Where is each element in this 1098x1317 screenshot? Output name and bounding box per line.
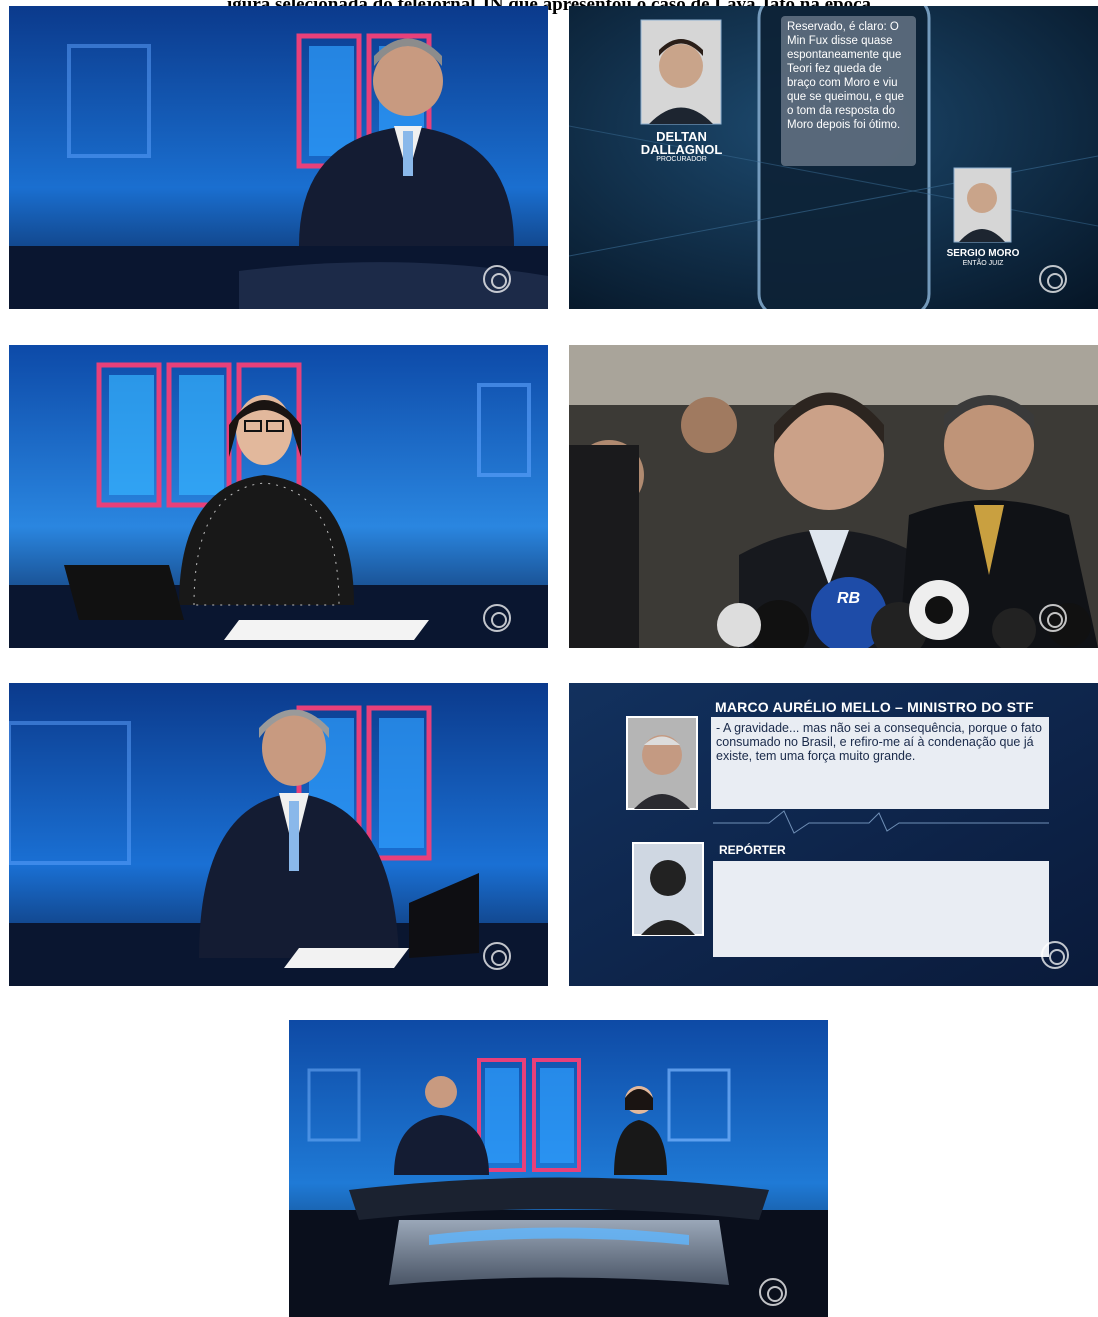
quote-text-box: - A gravidade... mas não sei a consequên… — [711, 717, 1049, 809]
reporter-label: REPÓRTER — [719, 843, 786, 857]
message-bubble: Reservado, é claro: O Min Fux disse quas… — [781, 16, 916, 166]
globo-logo-icon — [483, 942, 511, 970]
globo-logo-icon — [1039, 604, 1067, 632]
reporter-text-box — [713, 861, 1049, 957]
frame-anchor-female — [9, 345, 548, 648]
person1-name: DELTAN DALLAGNOL PROCURADOR — [629, 130, 734, 163]
frame-studio-wide — [289, 1020, 828, 1317]
globo-logo-icon — [1041, 941, 1069, 969]
frame-anchor-male-1 — [9, 6, 548, 309]
frame-quote-graphic: MARCO AURÉLIO MELLO – MINISTRO DO STF - … — [569, 683, 1098, 986]
frame-anchor-male-2 — [9, 683, 548, 986]
quote-speaker-title: MARCO AURÉLIO MELLO – MINISTRO DO STF — [715, 699, 1034, 715]
globo-logo-icon — [483, 604, 511, 632]
person2-name: SERGIO MORO ENTÃO JUIZ — [937, 247, 1029, 267]
globo-logo-icon — [483, 265, 511, 293]
mic-logo-text: RB — [837, 590, 860, 607]
person1-role: PROCURADOR — [656, 156, 707, 163]
person2-role: ENTÃO JUIZ — [962, 260, 1004, 267]
person2-full-name: SERGIO MORO — [946, 248, 1020, 259]
globo-logo-icon — [1039, 265, 1067, 293]
frame-message-graphic: Reservado, é claro: O Min Fux disse quas… — [569, 6, 1098, 309]
person1-last-name: DALLAGNOL — [640, 142, 723, 157]
frame-press-interview: RB — [569, 345, 1098, 648]
globo-logo-icon — [759, 1278, 787, 1306]
